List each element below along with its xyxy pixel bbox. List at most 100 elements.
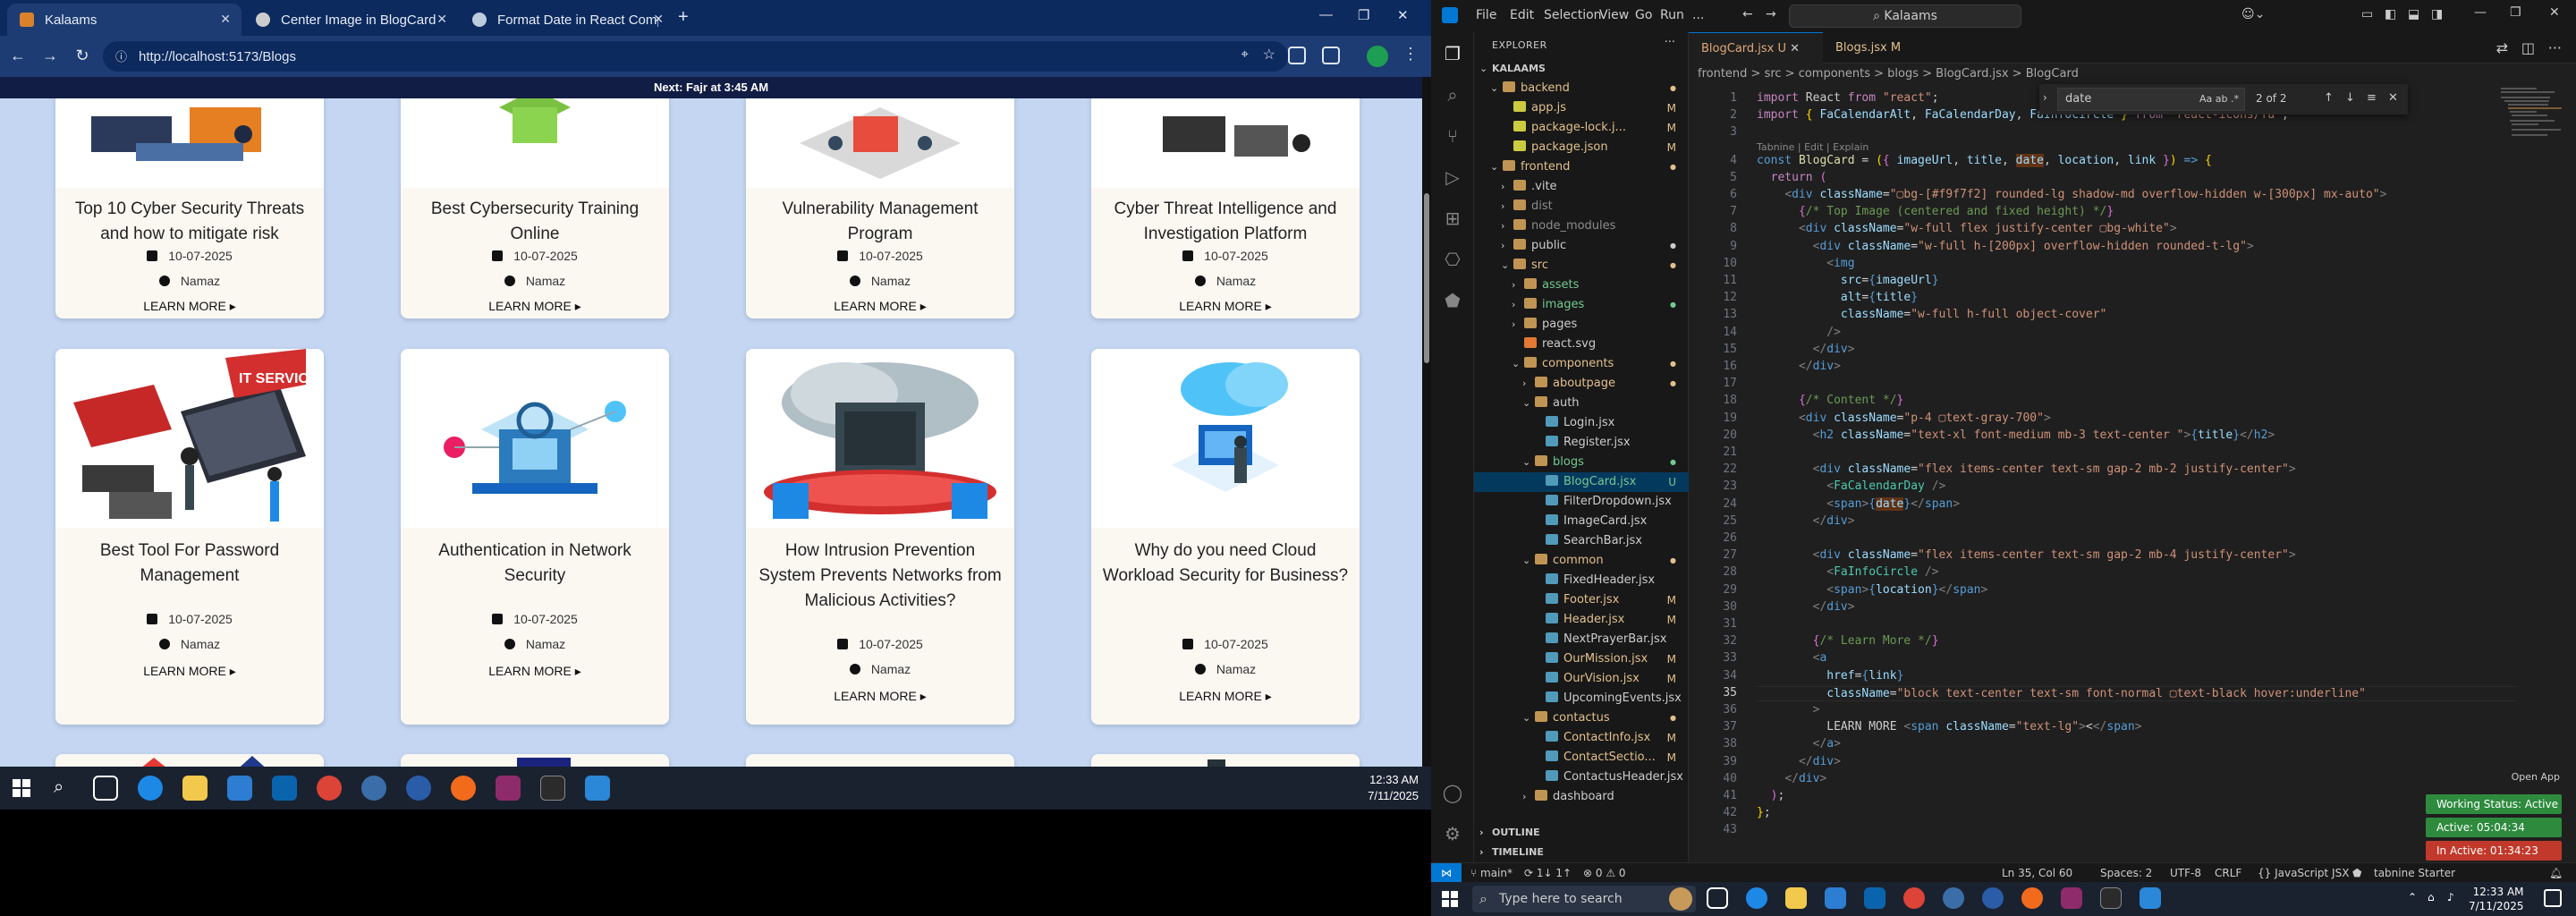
extensions-puzzle-icon[interactable] bbox=[1322, 47, 1340, 64]
tree-file[interactable]: package.json M bbox=[1474, 138, 1689, 157]
line-ending[interactable]: CRLF bbox=[2215, 863, 2241, 883]
terminal-icon[interactable] bbox=[2100, 887, 2122, 909]
forward-icon[interactable]: → bbox=[39, 47, 61, 65]
language-mode[interactable]: {} JavaScript JSX bbox=[2258, 863, 2349, 883]
tree-folder[interactable]: › images ● bbox=[1474, 295, 1689, 315]
tree-file[interactable]: Footer.jsx M bbox=[1474, 590, 1689, 610]
file-explorer-icon[interactable] bbox=[182, 776, 208, 801]
tree-file[interactable]: app.js M bbox=[1474, 98, 1689, 118]
back-icon[interactable]: ← bbox=[7, 47, 29, 65]
tree-file[interactable]: OurMission.jsx M bbox=[1474, 649, 1689, 669]
site-info-icon[interactable]: ⓘ bbox=[115, 47, 127, 64]
tree-file[interactable]: ContactSectio... M bbox=[1474, 748, 1689, 768]
more-actions-icon[interactable]: ··· bbox=[1665, 36, 1675, 49]
vscode-icon[interactable] bbox=[585, 776, 610, 801]
tree-folder[interactable]: ⌄ backend ● bbox=[1474, 79, 1689, 98]
learn-more-link[interactable]: LEARN MORE ▸ bbox=[1091, 299, 1360, 314]
app-icon[interactable] bbox=[406, 776, 431, 801]
tree-file[interactable]: Register.jsx bbox=[1474, 433, 1689, 453]
forward-icon[interactable]: → bbox=[1766, 7, 1776, 21]
restore-button[interactable]: ❐ bbox=[2510, 5, 2521, 20]
cursor-position[interactable]: Ln 35, Col 60 bbox=[2002, 863, 2072, 883]
find-in-selection-icon[interactable]: ≡ bbox=[2367, 91, 2377, 105]
notifications-bell-icon[interactable]: 🔔︎ bbox=[2549, 863, 2563, 883]
menu-edit[interactable]: Edit bbox=[1510, 8, 1534, 22]
tree-folder[interactable]: › aboutpage ● bbox=[1474, 374, 1689, 394]
extension-icon[interactable] bbox=[1288, 47, 1306, 64]
volume-icon[interactable]: ♪ bbox=[2447, 891, 2454, 903]
close-window-button[interactable]: ✕ bbox=[1397, 7, 1409, 23]
toggle-secondary-sidebar-icon[interactable]: ◨ bbox=[2431, 7, 2443, 21]
command-center[interactable]: ⌕ Kalaams bbox=[1789, 4, 2021, 28]
page-scrollbar[interactable] bbox=[1422, 77, 1431, 767]
tree-folder[interactable]: › dist bbox=[1474, 197, 1689, 216]
toggle-sidebar-icon[interactable]: ◧ bbox=[2385, 7, 2396, 21]
close-icon[interactable]: ✕ bbox=[220, 12, 231, 27]
tree-folder[interactable]: ⌄ components ● bbox=[1474, 354, 1689, 374]
restore-button[interactable]: ❐ bbox=[1358, 7, 1369, 23]
timeline-section[interactable]: › TIMELINE bbox=[1474, 843, 1689, 862]
back-icon[interactable]: ← bbox=[1742, 7, 1753, 21]
new-tab-button[interactable]: + bbox=[678, 7, 689, 28]
app-icon[interactable] bbox=[1943, 887, 1964, 909]
scrollbar-thumb[interactable] bbox=[1424, 193, 1429, 363]
app-icon[interactable] bbox=[1982, 887, 2004, 909]
tree-folder[interactable]: ⌄ contactus ● bbox=[1474, 708, 1689, 728]
tab-format-date[interactable]: Format Date in React Compone ✕ bbox=[460, 4, 674, 36]
vscode-icon[interactable] bbox=[2140, 887, 2161, 909]
tree-folder[interactable]: › dashboard bbox=[1474, 787, 1689, 807]
store-icon[interactable] bbox=[227, 776, 252, 801]
menu-go[interactable]: Go bbox=[1635, 8, 1652, 22]
run-debug-icon[interactable]: ▷ bbox=[1442, 166, 1463, 188]
learn-more-link[interactable]: LEARN MORE ▸ bbox=[401, 664, 669, 679]
tab-center-image[interactable]: Center Image in BlogCard ✕ bbox=[243, 4, 458, 36]
edge-icon[interactable] bbox=[138, 776, 163, 801]
code-view[interactable]: Tabnine | Edit | Explain 1 import React fr… bbox=[1689, 84, 2576, 840]
learn-more-link[interactable]: LEARN MORE ▸ bbox=[55, 299, 324, 314]
tray-chevron-up-icon[interactable]: ⌃ bbox=[2408, 891, 2417, 903]
tree-folder[interactable]: › public ● bbox=[1474, 236, 1689, 256]
codelens-hint[interactable]: Tabnine | Edit | Explain bbox=[1757, 141, 1868, 153]
task-view-icon[interactable] bbox=[1707, 887, 1728, 909]
taskbar-search[interactable]: ⌕ Type here to search bbox=[1472, 886, 1696, 912]
open-app-link[interactable]: Open App bbox=[2512, 771, 2560, 783]
app-icon[interactable] bbox=[2061, 887, 2082, 909]
explorer-files-icon[interactable]: ❐ bbox=[1442, 43, 1463, 64]
tree-file[interactable]: react.svg bbox=[1474, 335, 1689, 354]
copilot-icon[interactable]: ☺⌄ bbox=[2241, 7, 2265, 21]
tree-file[interactable]: Header.jsx M bbox=[1474, 610, 1689, 630]
find-input[interactable]: date Aa ab .* bbox=[2057, 88, 2245, 111]
encoding[interactable]: UTF-8 bbox=[2170, 863, 2201, 883]
close-window-button[interactable]: ✕ bbox=[2549, 5, 2560, 20]
close-icon[interactable]: ✕ bbox=[2388, 91, 2398, 105]
tree-file[interactable]: OurVision.jsx M bbox=[1474, 669, 1689, 689]
postman-icon[interactable] bbox=[451, 776, 476, 801]
tree-folder[interactable]: ⌄ common ● bbox=[1474, 551, 1689, 571]
chrome-icon[interactable] bbox=[317, 776, 342, 801]
menu-kebab-icon[interactable]: ⋮ bbox=[1402, 45, 1419, 64]
menu-view[interactable]: View bbox=[1599, 8, 1629, 22]
menu-selection[interactable]: Selection bbox=[1544, 8, 1602, 22]
file-explorer-icon[interactable] bbox=[1785, 887, 1807, 909]
learn-more-link[interactable]: LEARN MORE ▸ bbox=[746, 299, 1014, 314]
menu-file[interactable]: File bbox=[1476, 8, 1496, 22]
split-editor-icon[interactable]: ◫ bbox=[2521, 39, 2535, 56]
arrow-up-icon[interactable]: ↑ bbox=[2324, 91, 2334, 105]
app-icon[interactable] bbox=[361, 776, 386, 801]
sync-status[interactable]: ⟳ 1↓ 1↑ bbox=[1524, 863, 1572, 883]
menu-[interactable]: ... bbox=[1692, 8, 1704, 22]
learn-more-link[interactable]: LEARN MORE ▸ bbox=[1091, 689, 1360, 704]
tree-file[interactable]: ImageCard.jsx bbox=[1474, 512, 1689, 531]
tree-file[interactable]: Login.jsx bbox=[1474, 413, 1689, 433]
outlook-icon[interactable] bbox=[1864, 887, 1885, 909]
chrome-icon[interactable] bbox=[1903, 887, 1925, 909]
outline-section[interactable]: › OUTLINE bbox=[1474, 823, 1689, 843]
close-icon[interactable]: ✕ bbox=[653, 12, 664, 27]
task-view-icon[interactable] bbox=[93, 776, 118, 801]
tree-folder[interactable]: ⌄ auth bbox=[1474, 394, 1689, 413]
menu-run[interactable]: Run bbox=[1660, 8, 1684, 22]
terminal-icon[interactable] bbox=[540, 776, 565, 801]
more-actions-icon[interactable]: ··· bbox=[2548, 39, 2562, 56]
tree-folder[interactable]: ⌄ KALAAMS bbox=[1474, 59, 1689, 79]
bookmark-star-icon[interactable]: ☆ bbox=[1263, 46, 1275, 64]
